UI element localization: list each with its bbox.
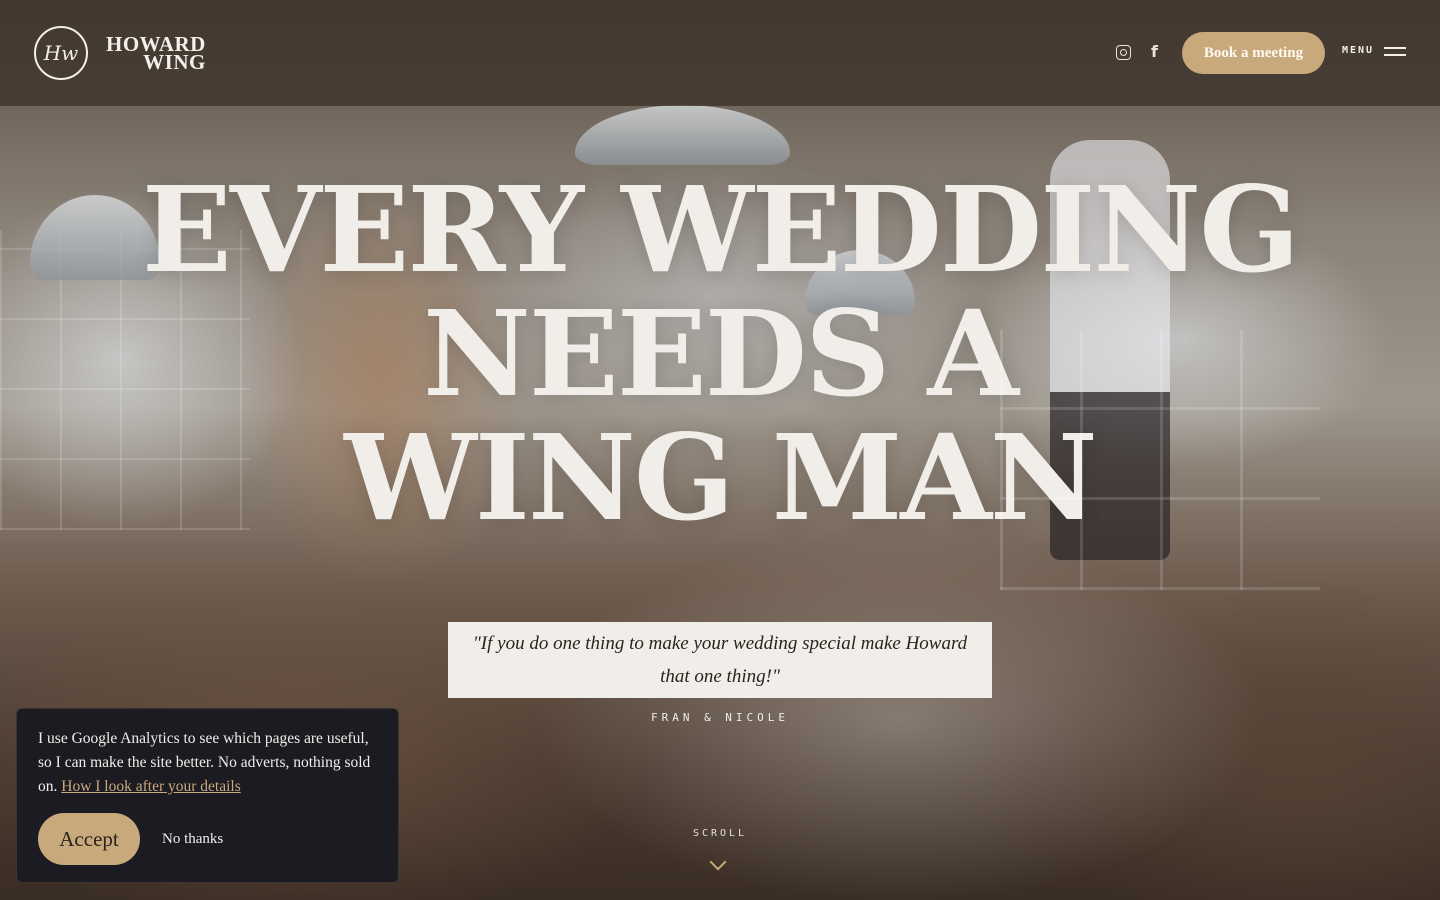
hamburger-icon bbox=[1384, 46, 1407, 56]
menu-button[interactable]: MENU bbox=[1342, 45, 1407, 56]
headline-line-2: NEEDS A bbox=[423, 284, 1019, 423]
cookie-message: I use Google Analytics to see which page… bbox=[38, 727, 378, 799]
logo-wordmark: HOWARD WING bbox=[106, 34, 206, 73]
site-logo[interactable]: Hw HOWARD WING bbox=[34, 26, 206, 80]
headline-line-1: EVERY WEDDING bbox=[141, 160, 1300, 299]
chevron-down-icon[interactable] bbox=[709, 853, 727, 871]
hero-section: Hw HOWARD WING f Book a meeting MENU EVE… bbox=[0, 0, 1440, 900]
menu-label: MENU bbox=[1342, 45, 1375, 56]
instagram-icon[interactable] bbox=[1116, 45, 1131, 60]
hero-headline: EVERY WEDDING NEEDS A WING MAN bbox=[0, 168, 1440, 540]
ceiling-lamp bbox=[575, 105, 790, 165]
testimonial-quote: "If you do one thing to make your weddin… bbox=[448, 622, 992, 698]
cookie-actions: Accept No thanks bbox=[38, 813, 223, 865]
logo-monogram: Hw bbox=[34, 26, 88, 80]
facebook-icon[interactable]: f bbox=[1151, 42, 1158, 61]
cookie-banner: I use Google Analytics to see which page… bbox=[16, 708, 399, 883]
decline-button[interactable]: No thanks bbox=[162, 831, 223, 848]
accept-button[interactable]: Accept bbox=[38, 813, 140, 865]
site-header: Hw HOWARD WING f Book a meeting MENU bbox=[0, 0, 1440, 106]
book-meeting-button[interactable]: Book a meeting bbox=[1182, 32, 1325, 74]
headline-line-3: WING MAN bbox=[344, 408, 1097, 547]
privacy-link[interactable]: How I look after your details bbox=[61, 778, 241, 795]
